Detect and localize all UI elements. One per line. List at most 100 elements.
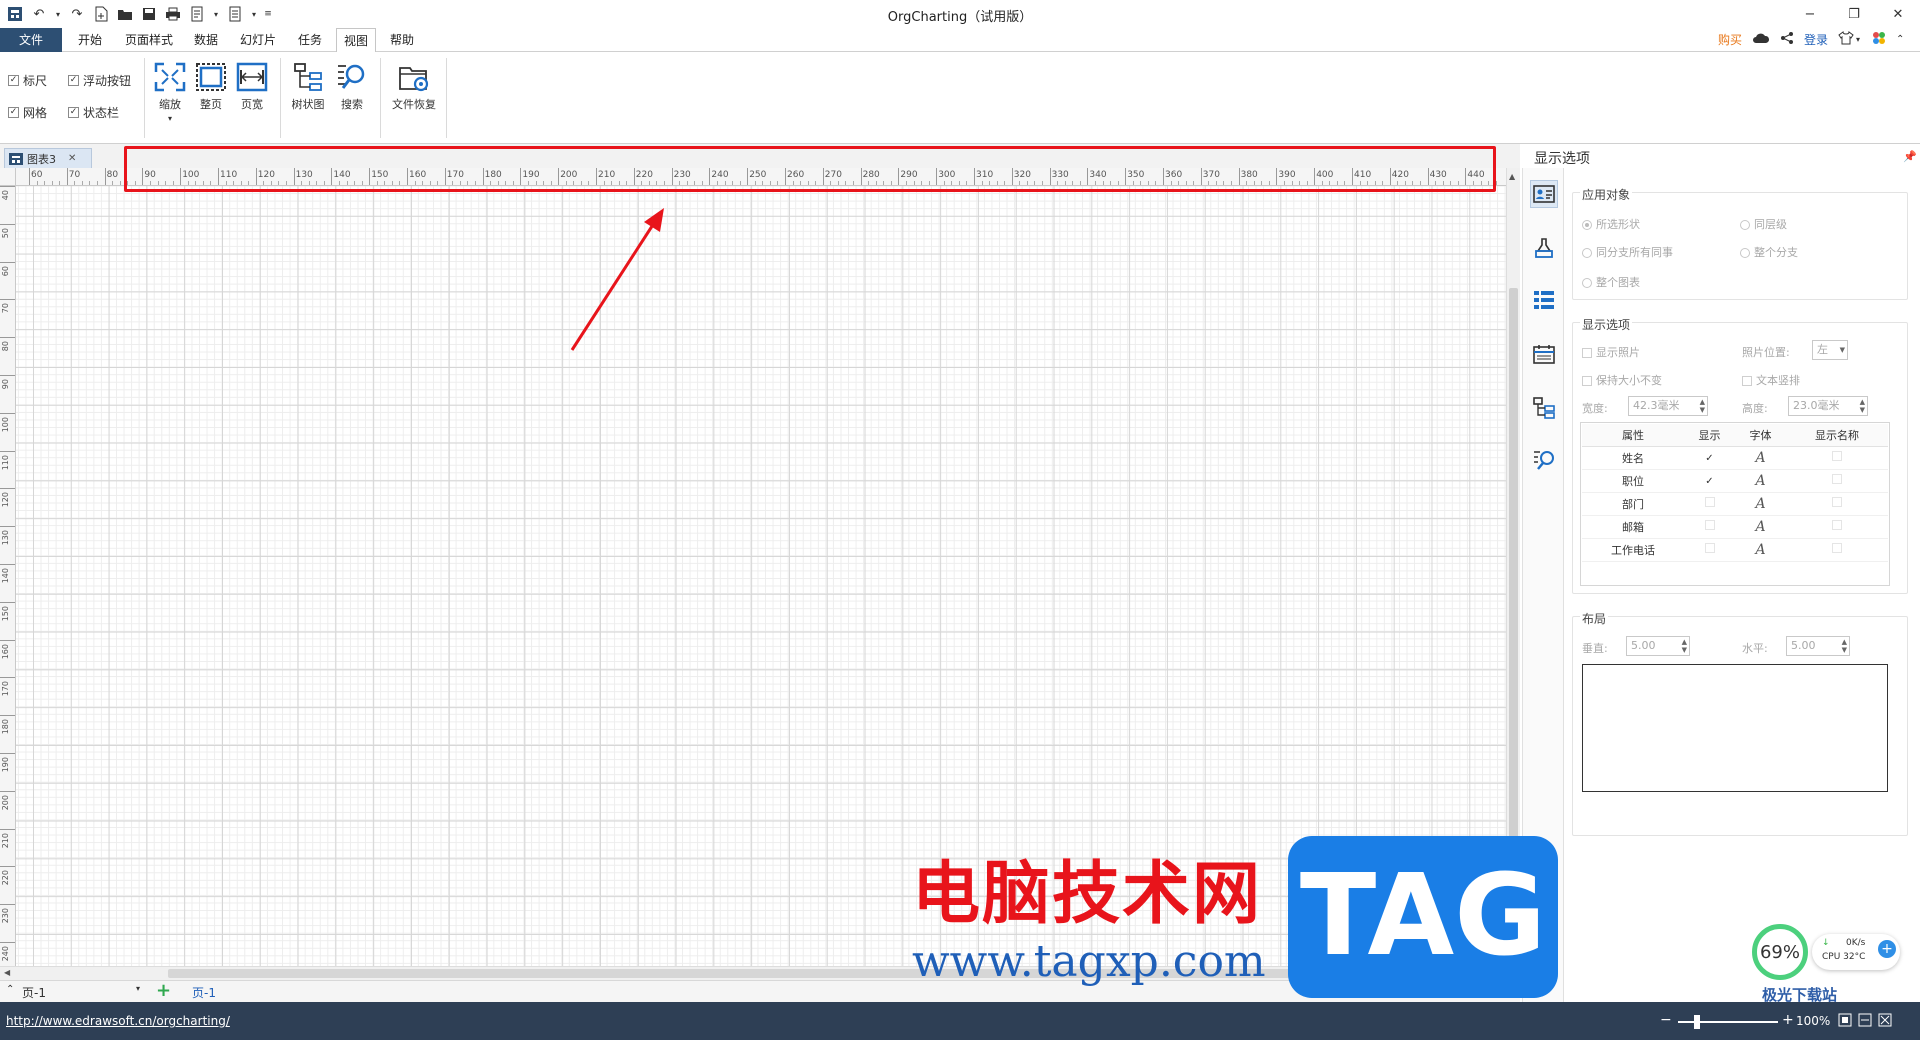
zoom-slider-thumb[interactable] bbox=[1694, 1015, 1700, 1029]
skin-icon[interactable] bbox=[1838, 31, 1854, 49]
show-name-checkbox[interactable] bbox=[1786, 492, 1888, 516]
show-name-checkbox[interactable] bbox=[1786, 446, 1888, 470]
show-checkbox[interactable] bbox=[1684, 492, 1735, 516]
add-widget-icon[interactable]: + bbox=[1878, 940, 1896, 958]
fit-width-icon[interactable] bbox=[1858, 1013, 1872, 1030]
page-setup-icon[interactable] bbox=[226, 5, 244, 23]
radio-whole-chart[interactable]: 整个图表 bbox=[1582, 274, 1640, 290]
cpu-monitor-widget[interactable]: 69% ↓ 0K/s CPU 32°C + bbox=[1752, 924, 1900, 980]
dropdown-icon[interactable]: ▾ bbox=[1856, 31, 1860, 49]
drawing-canvas[interactable] bbox=[16, 186, 1506, 966]
redo-icon[interactable]: ↷ bbox=[68, 5, 86, 23]
dropdown-icon[interactable]: ▾ bbox=[250, 5, 258, 23]
customize-toolbar-icon[interactable]: ≡ bbox=[264, 5, 272, 23]
radio-same-level[interactable]: 同层级 bbox=[1740, 216, 1787, 232]
scroll-thumb[interactable] bbox=[1509, 288, 1518, 888]
scroll-up-icon[interactable]: ▲ bbox=[1509, 172, 1515, 181]
export-icon[interactable] bbox=[188, 5, 206, 23]
minimize-icon[interactable]: − bbox=[1788, 0, 1832, 28]
tab-home[interactable]: 开始 bbox=[70, 28, 110, 52]
photo-position-select[interactable]: 左 ▼ bbox=[1812, 340, 1848, 360]
grid-checkbox[interactable]: ✓ 网格 bbox=[8, 104, 47, 121]
page-tab[interactable]: 页-1 bbox=[192, 984, 216, 1001]
undo-icon[interactable]: ↶ bbox=[30, 5, 48, 23]
zoom-button[interactable]: 缩放 ▾ bbox=[150, 62, 190, 123]
full-page-button[interactable]: 整页 bbox=[191, 62, 231, 112]
radio-whole-branch[interactable]: 整个分支 bbox=[1740, 244, 1798, 260]
tab-file[interactable]: 文件 bbox=[0, 28, 62, 52]
scroll-left-icon[interactable]: ◀ bbox=[4, 968, 10, 977]
zoom-slider[interactable] bbox=[1678, 1015, 1778, 1029]
fit-page-icon[interactable] bbox=[1838, 1013, 1852, 1030]
height-input[interactable]: 23.0毫米 ▲ ▼ bbox=[1788, 396, 1868, 416]
show-checkbox[interactable]: ✓ bbox=[1684, 446, 1735, 470]
font-button[interactable]: A bbox=[1735, 538, 1786, 562]
display-options-icon[interactable] bbox=[1530, 180, 1558, 208]
buy-link[interactable]: 购买 bbox=[1718, 31, 1742, 49]
keep-size-checkbox[interactable]: 保持大小不变 bbox=[1582, 372, 1662, 388]
floating-button-checkbox[interactable]: ✓ 浮动按钮 bbox=[68, 72, 131, 89]
ruler-minor-tick bbox=[1472, 181, 1474, 185]
collapse-pages-icon[interactable]: ⌃ bbox=[6, 984, 14, 995]
pin-icon[interactable]: 📌 bbox=[1903, 150, 1917, 163]
new-file-icon[interactable] bbox=[92, 5, 110, 23]
tree-view-button[interactable]: 树状图 bbox=[288, 62, 328, 112]
tab-view[interactable]: 视图 bbox=[336, 28, 376, 53]
share-icon[interactable] bbox=[1780, 31, 1794, 49]
show-checkbox[interactable]: ✓ bbox=[1684, 469, 1735, 493]
search-panel-icon[interactable] bbox=[1530, 446, 1558, 474]
ruler-checkbox[interactable]: ✓ 标尺 bbox=[8, 72, 47, 89]
show-checkbox[interactable] bbox=[1684, 538, 1735, 562]
zoom-in-icon[interactable]: + bbox=[1782, 1012, 1794, 1028]
page-selector[interactable]: 页-1 bbox=[22, 984, 46, 1001]
fullscreen-icon[interactable] bbox=[1878, 1013, 1892, 1030]
font-button[interactable]: A bbox=[1735, 515, 1786, 539]
tab-data[interactable]: 数据 bbox=[186, 28, 226, 52]
zoom-out-icon[interactable]: − bbox=[1660, 1012, 1672, 1028]
close-icon[interactable]: ✕ bbox=[1876, 0, 1920, 28]
file-recovery-button[interactable]: 文件恢复 bbox=[388, 62, 440, 112]
document-tab[interactable]: 图表3 ✕ bbox=[4, 148, 92, 168]
show-name-checkbox[interactable] bbox=[1786, 469, 1888, 493]
show-name-checkbox[interactable] bbox=[1786, 538, 1888, 562]
website-link[interactable]: http://www.edrawsoft.cn/orgcharting/ bbox=[6, 1014, 230, 1028]
add-page-icon[interactable]: + bbox=[156, 980, 171, 1001]
calendar-icon[interactable] bbox=[1530, 340, 1558, 368]
tab-page-style[interactable]: 页面样式 bbox=[118, 28, 180, 52]
dropdown-icon[interactable]: ▾ bbox=[212, 5, 220, 23]
tab-task[interactable]: 任务 bbox=[290, 28, 330, 52]
font-button[interactable]: A bbox=[1735, 492, 1786, 516]
save-icon[interactable] bbox=[140, 5, 158, 23]
page-width-button[interactable]: 页宽 bbox=[232, 62, 272, 112]
font-button[interactable]: A bbox=[1735, 469, 1786, 493]
horizontal-spacing-input[interactable]: 5.00 ▲ ▼ bbox=[1786, 636, 1850, 656]
cpu-temp: CPU 32°C bbox=[1822, 952, 1866, 962]
tab-slideshow[interactable]: 幻灯片 bbox=[234, 28, 282, 52]
show-checkbox[interactable] bbox=[1684, 515, 1735, 539]
search-button[interactable]: 搜索 bbox=[332, 62, 372, 112]
list-data-icon[interactable] bbox=[1530, 286, 1558, 314]
collapse-ribbon-icon[interactable]: ⌃ bbox=[1896, 31, 1904, 49]
restore-icon[interactable]: ❐ bbox=[1832, 0, 1876, 28]
vertical-spacing-input[interactable]: 5.00 ▲ ▼ bbox=[1626, 636, 1690, 656]
radio-selected-shape[interactable]: 所选形状 bbox=[1582, 216, 1640, 232]
apps-icon[interactable] bbox=[1872, 31, 1886, 49]
width-input[interactable]: 42.3毫米 ▲ ▼ bbox=[1628, 396, 1708, 416]
show-photo-checkbox[interactable]: 显示照片 bbox=[1582, 344, 1640, 360]
tree-structure-icon[interactable] bbox=[1530, 394, 1558, 422]
ruler-minor-tick bbox=[286, 181, 288, 185]
login-link[interactable]: 登录 bbox=[1804, 31, 1828, 49]
print-icon[interactable] bbox=[164, 5, 182, 23]
dropdown-icon[interactable]: ▾ bbox=[54, 5, 62, 23]
vertical-text-checkbox[interactable]: 文本竖排 bbox=[1742, 372, 1800, 388]
open-folder-icon[interactable] bbox=[116, 5, 134, 23]
font-button[interactable]: A bbox=[1735, 446, 1786, 470]
style-brush-icon[interactable] bbox=[1530, 234, 1558, 262]
show-name-checkbox[interactable] bbox=[1786, 515, 1888, 539]
dropdown-icon[interactable]: ▾ bbox=[136, 984, 140, 993]
close-tab-icon[interactable]: ✕ bbox=[68, 153, 76, 164]
cloud-icon[interactable] bbox=[1752, 31, 1770, 49]
tab-help[interactable]: 帮助 bbox=[382, 28, 422, 52]
radio-branch-peers[interactable]: 同分支所有同事 bbox=[1582, 244, 1673, 260]
status-bar-checkbox[interactable]: ✓ 状态栏 bbox=[68, 104, 119, 121]
